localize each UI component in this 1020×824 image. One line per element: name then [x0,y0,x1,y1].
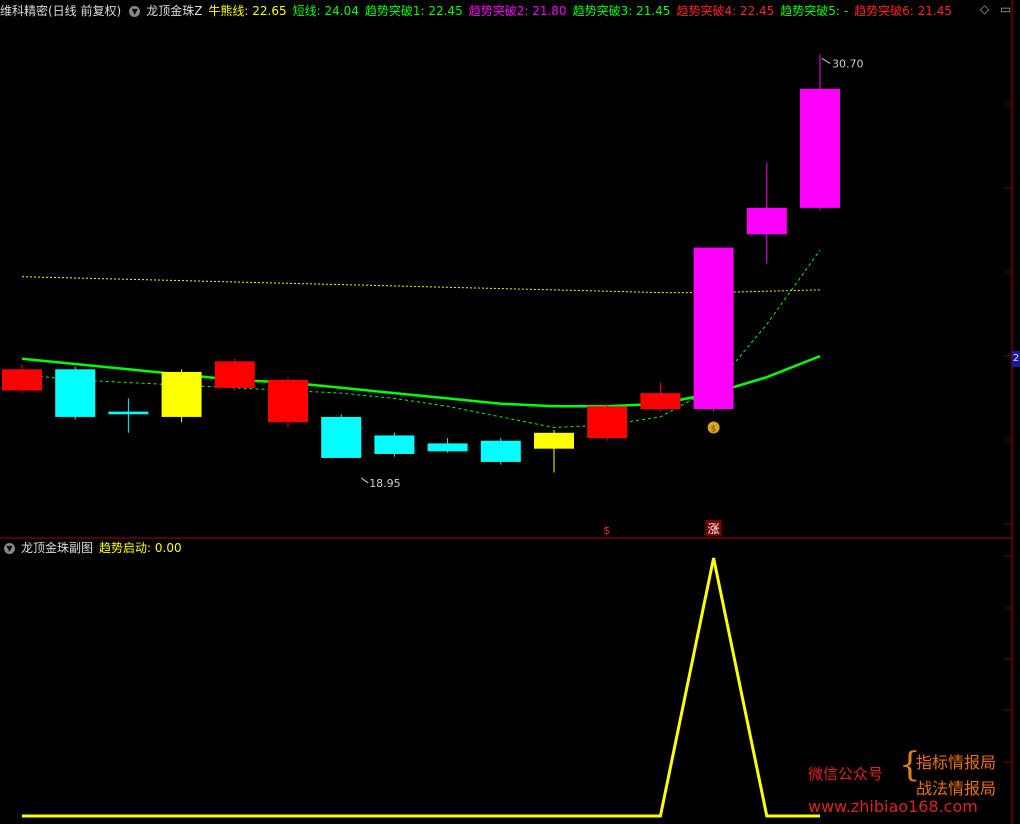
watermark-line1: 指标情报局 [916,753,997,772]
candle-body [374,435,415,454]
money-bag-glyph: $ [711,425,717,435]
legend-item-1: 短线: 24.04 [292,4,359,18]
legend-item-5: 趋势突破4: 22.45 [676,4,775,18]
sub-indicator-line [22,557,820,818]
candle-body [587,406,628,439]
legend-item-6: 趋势突破5: - [780,4,849,18]
candle-body [640,393,681,409]
candle-body [108,411,149,415]
candle-body [268,379,308,423]
watermark-line2: 战法情报局 [916,779,997,798]
signal-mark-2: 涨 [708,521,720,536]
low-label: 18.95 [369,477,401,490]
sub-legend-item-0: 趋势启动: 0.00 [99,541,182,555]
candle-body [480,440,521,462]
legend-items: 牛熊线: 22.65 短线: 24.04 趋势突破1: 22.45 趋势突破2: 21… [208,4,958,18]
candle-body [427,443,468,452]
candle-body [321,416,362,458]
trend-start-line [22,557,820,818]
right-axis-tag: 2 [1012,351,1020,367]
main-legend: 维科精密(日线 前复权) ▼ 龙顶金珠Z 牛熊线: 22.65 短线: 24.04 趋势突… [0,1,964,21]
candle-body [746,207,787,235]
diamond-icon[interactable]: ◇ [980,2,989,16]
indicator-name[interactable]: 龙顶金珠Z [146,4,202,18]
candle-body [2,369,42,391]
candle-body [55,369,96,417]
candle-body [161,371,202,417]
watermark-wechat: 微信公众号 [808,765,884,783]
legend-item-3: 趋势突破2: 21.80 [468,4,567,18]
sub-indicator-menu-icon[interactable]: ▼ [4,543,15,554]
stock-title[interactable]: 维科精密(日线 前复权) [0,4,121,18]
candle-body [214,361,255,388]
sub-grid [1004,555,1012,763]
legend-item-2: 趋势突破1: 22.45 [364,4,463,18]
indicator-menu-icon[interactable]: ▼ [129,6,141,17]
main-grid [1004,103,1012,525]
legend-item-0: 牛熊线: 22.65 [208,4,287,18]
low-pointer [360,477,369,484]
sub-legend-items: 趋势启动: 0.00 [99,541,188,555]
high-label: 30.70 [832,57,864,70]
legend-item-4: 趋势突破3: 21.45 [572,4,671,18]
chart-canvas[interactable]: 30.70 18.95 $ $ 涨 [0,0,1020,824]
signal-mark-1: $ [603,524,610,537]
sub-indicator-name[interactable]: 龙顶金珠副图 [21,541,93,555]
annotations: 30.70 18.95 $ $ 涨 [360,57,864,537]
expand-icon[interactable]: ▭ [1000,2,1011,16]
candle-body [800,88,840,208]
watermark-url: www.zhibiao168.com [808,797,978,816]
high-pointer [821,57,831,64]
legend-item-7: 趋势突破6: 21.45 [854,4,952,18]
candle-body [534,432,574,449]
candles-group [2,54,840,473]
sub-legend: ▼ 龙顶金珠副图 趋势启动: 0.00 [0,538,194,558]
candle-body [693,247,734,409]
